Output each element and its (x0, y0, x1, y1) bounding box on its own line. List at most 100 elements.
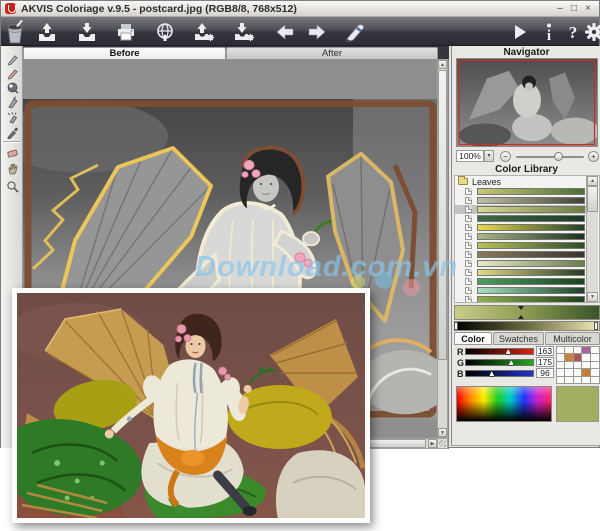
pencil-tool[interactable] (4, 52, 20, 66)
tab-swatches[interactable]: Swatches (493, 332, 544, 345)
gradient-item[interactable] (455, 250, 587, 259)
magic-tube-tool[interactable] (4, 110, 20, 124)
postprocess-pen-icon[interactable] (343, 19, 369, 44)
save-settings-icon[interactable] (231, 19, 257, 44)
watermark-dot-yellow (351, 275, 365, 289)
zoom-slider-handle[interactable] (554, 152, 563, 161)
gradient-marker-top[interactable] (518, 306, 524, 310)
gradient-file-icon (465, 260, 472, 267)
color-library-list: Leaves ▲ ▼ (454, 175, 600, 303)
vertical-scrollbar[interactable]: ▲ ▼ (437, 59, 448, 438)
gradient-item[interactable] (455, 286, 587, 295)
tab-multicolor[interactable]: Multicolor (545, 332, 600, 345)
colorized-result-photo (12, 288, 370, 523)
print-icon[interactable] (113, 19, 139, 44)
swatch-cell[interactable] (590, 376, 600, 385)
gradient-item[interactable] (455, 196, 587, 205)
maximize-button[interactable]: □ (567, 2, 581, 15)
recolor-brush-tool[interactable] (4, 80, 20, 94)
value-ramp[interactable] (454, 321, 600, 331)
tab-color[interactable]: Color (454, 332, 492, 345)
eyedropper-tool[interactable] (4, 125, 20, 139)
zoom-value-field[interactable]: 100% (456, 150, 484, 162)
gradient-item[interactable] (455, 205, 587, 214)
minimize-button[interactable]: – (553, 2, 567, 15)
navigator-thumbnail[interactable] (456, 58, 598, 147)
settings-panel: Navigator 100% ▾ − + Color Library Leave… (451, 46, 600, 446)
green-slider-track[interactable] (465, 359, 534, 366)
gradient-file-icon (465, 269, 472, 276)
zoom-tool[interactable] (4, 179, 20, 193)
gradient-preview[interactable] (454, 305, 600, 320)
library-scroll-up-icon[interactable]: ▲ (587, 176, 598, 186)
zoom-in-button[interactable]: + (588, 151, 599, 162)
keep-color-pencil-tool[interactable] (4, 66, 20, 80)
scroll-up-icon[interactable]: ▲ (438, 60, 447, 69)
green-value-field[interactable]: 175 (536, 357, 554, 367)
gradient-file-icon (465, 251, 472, 258)
publish-web-icon[interactable] (152, 19, 178, 44)
watermark-dot-pink (403, 279, 420, 296)
redo-icon[interactable] (304, 19, 330, 44)
load-settings-icon[interactable] (191, 19, 217, 44)
gradient-strip (477, 224, 585, 231)
svg-text:i: i (547, 28, 551, 43)
current-color-swatch[interactable] (556, 386, 599, 422)
red-slider-track[interactable] (465, 348, 534, 355)
gradient-strip (477, 197, 585, 204)
ramp-handle-right[interactable] (594, 322, 598, 330)
gradient-file-icon (465, 197, 472, 204)
library-scroll-down-icon[interactable]: ▼ (587, 292, 598, 302)
save-image-icon[interactable] (74, 19, 100, 44)
gradient-item[interactable] (455, 214, 587, 223)
scroll-right-icon[interactable]: ▶ (428, 439, 437, 448)
gradient-item[interactable] (455, 187, 587, 196)
resize-grip[interactable] (437, 438, 448, 449)
gradient-file-icon (465, 215, 472, 222)
undo-icon[interactable] (272, 19, 298, 44)
gradient-item[interactable] (455, 232, 587, 241)
gradient-item[interactable] (455, 268, 587, 277)
hand-tool[interactable] (4, 161, 20, 175)
svg-text:?: ? (569, 23, 578, 42)
rainbow-color-picker[interactable] (456, 386, 552, 422)
scroll-down-icon[interactable]: ▼ (438, 428, 447, 437)
preferences-gear-icon[interactable] (581, 19, 600, 44)
gradient-file-icon (465, 233, 472, 240)
watermark-dot-blue (375, 271, 393, 289)
library-folder-row[interactable]: Leaves (455, 176, 587, 187)
red-value-field[interactable]: 163 (536, 346, 554, 356)
titlebar[interactable]: AKVIS Coloriage v.9.5 - postcard.jpg (RG… (1, 1, 599, 17)
gradient-strip (477, 278, 585, 285)
paint-bucket-icon[interactable] (2, 19, 28, 44)
gradient-item[interactable] (455, 295, 587, 303)
akvis-logo-icon (5, 3, 16, 14)
library-scroll-thumb[interactable] (587, 186, 598, 212)
gradient-item[interactable] (455, 241, 587, 250)
blue-slider-track[interactable] (465, 370, 534, 377)
library-scrollbar[interactable]: ▲ ▼ (586, 176, 598, 302)
tube-tool[interactable] (4, 95, 20, 109)
gradient-marker-bottom[interactable] (518, 315, 524, 319)
eraser-tool[interactable] (4, 145, 20, 159)
gradient-strip (477, 296, 585, 303)
recent-swatches-grid (556, 346, 599, 384)
gradient-item[interactable] (455, 277, 587, 286)
gradient-strip (477, 215, 585, 222)
channel-label: R (457, 347, 464, 357)
tab-before[interactable]: Before (23, 47, 226, 59)
gradient-item[interactable] (455, 223, 587, 232)
zoom-out-button[interactable]: − (500, 151, 511, 162)
run-icon[interactable] (506, 19, 532, 44)
about-icon[interactable]: i (536, 19, 562, 44)
open-image-icon[interactable] (34, 19, 60, 44)
zoom-dropdown-icon[interactable]: ▾ (484, 150, 494, 162)
vscroll-thumb[interactable] (438, 70, 447, 360)
gradient-item[interactable] (455, 259, 587, 268)
zoom-slider-track[interactable] (516, 156, 584, 158)
ramp-handle-left[interactable] (454, 322, 458, 330)
close-button[interactable]: × (581, 2, 595, 15)
tab-after[interactable]: After (226, 47, 438, 59)
blue-value-field[interactable]: 96 (536, 368, 554, 378)
toolbar: i ? (1, 17, 599, 46)
